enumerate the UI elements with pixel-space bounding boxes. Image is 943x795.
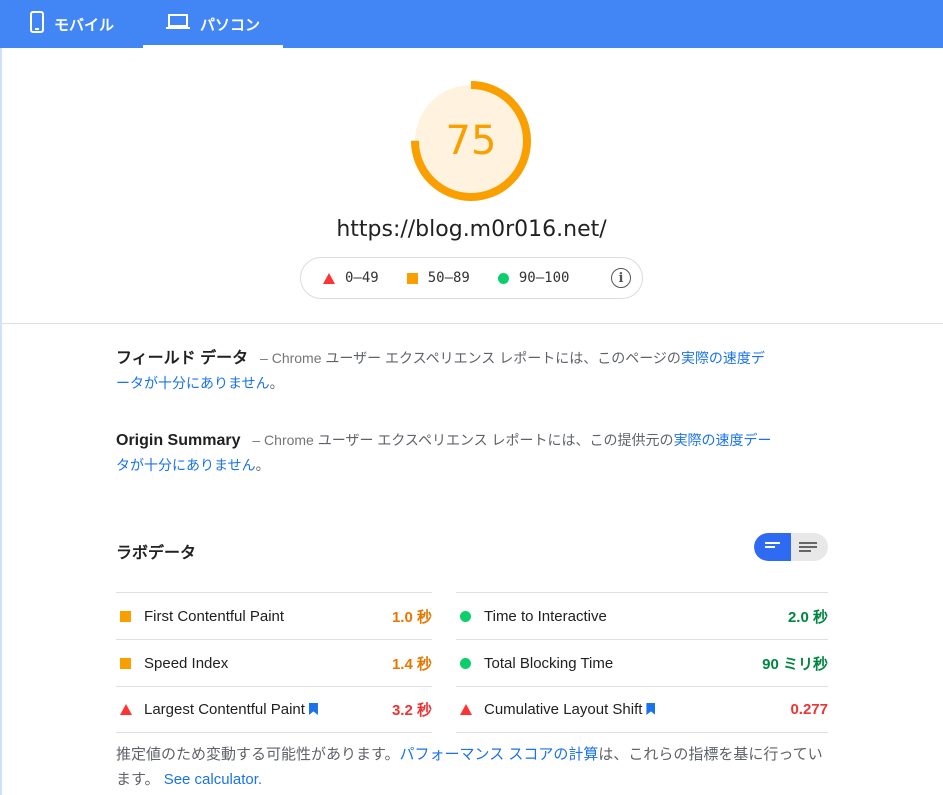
- tab-mobile[interactable]: モバイル: [22, 0, 132, 48]
- info-icon[interactable]: i: [611, 268, 631, 288]
- field-data-text: ユーザー エクスペリエンス レポートには、このページの: [321, 350, 681, 366]
- metric-row: Speed Index 1.4 秒: [116, 639, 432, 686]
- metric-row: Total Blocking Time 90 ミリ秒: [456, 639, 828, 686]
- metric-name: Largest Contentful Paint: [144, 701, 305, 718]
- circle-icon: [497, 272, 509, 284]
- circle-icon: [460, 657, 471, 669]
- metric-value: 1.4 秒: [391, 655, 432, 673]
- expanded-view-button[interactable]: [791, 533, 828, 561]
- triangle-icon: [460, 704, 472, 715]
- metric-row: Largest Contentful Paint 3.2 秒: [116, 686, 432, 733]
- origin-summary-source: – Chrome: [252, 432, 314, 448]
- legend-fail: 0–49: [323, 270, 379, 286]
- page-url: https://blog.m0r016.net/: [336, 217, 607, 242]
- footnote: 推定値のため変動する可能性があります。パフォーマンス スコアの計算は、これらの指…: [116, 742, 836, 792]
- see-calculator-link[interactable]: See calculator.: [164, 771, 262, 788]
- metric-name-wrap: Cumulative Layout Shift: [484, 701, 656, 718]
- triangle-icon: [323, 272, 335, 284]
- tab-desktop[interactable]: パソコン: [143, 0, 283, 48]
- metric-name: Total Blocking Time: [484, 654, 614, 672]
- tab-desktop-label: パソコン: [199, 16, 260, 34]
- laptop-icon: [165, 14, 190, 34]
- metric-name: First Contentful Paint: [144, 607, 285, 625]
- expanded-list-icon: [799, 542, 817, 554]
- metric-name: Cumulative Layout Shift: [484, 701, 643, 718]
- metrics-right-column: Time to Interactive 2.0 秒 Total Blocking…: [456, 592, 828, 733]
- score-calculation-link[interactable]: パフォーマンス スコアの計算: [400, 746, 599, 763]
- compact-view-button[interactable]: [754, 533, 791, 561]
- metric-name: Time to Interactive: [484, 607, 607, 625]
- field-data-source: – Chrome: [260, 350, 322, 366]
- metric-value: 3.2 秒: [391, 702, 432, 719]
- lab-data-title: ラボデータ: [116, 545, 197, 562]
- metric-name: Speed Index: [144, 654, 229, 672]
- top-bar: モバイル パソコン: [0, 0, 943, 48]
- metric-value: 0.277: [790, 701, 828, 718]
- origin-summary-text: ユーザー エクスペリエンス レポートには、この提供元の: [313, 432, 674, 448]
- field-data-title: フィールド データ: [116, 350, 249, 367]
- metric-value: 1.0 秒: [391, 608, 432, 626]
- field-data-end: 。: [269, 375, 284, 391]
- footnote-text-1: 推定値のため変動する可能性があります。: [116, 746, 400, 763]
- metric-row: Cumulative Layout Shift 0.277: [456, 686, 828, 733]
- square-icon: [406, 272, 418, 284]
- origin-summary-title: Origin Summary: [116, 432, 241, 449]
- divider: [0, 323, 943, 324]
- metrics-left-column: First Contentful Paint 1.0 秒 Speed Index…: [116, 592, 432, 733]
- metric-value: 90 ミリ秒: [762, 655, 828, 673]
- origin-summary-end: 。: [255, 457, 270, 473]
- square-icon: [120, 657, 131, 669]
- legend-pass-range: 90–100: [518, 270, 570, 286]
- view-toggle: [754, 533, 828, 561]
- metric-name-wrap: Largest Contentful Paint: [144, 701, 318, 718]
- triangle-icon: [120, 704, 132, 715]
- legend-average-range: 50–89: [427, 270, 470, 286]
- score-legend: 0–49 50–89 90–100 i: [300, 257, 643, 299]
- metric-row: Time to Interactive 2.0 秒: [456, 592, 828, 639]
- circle-icon: [460, 610, 471, 622]
- metric-value: 2.0 秒: [787, 608, 828, 626]
- performance-score: 75: [445, 118, 497, 164]
- metric-row: First Contentful Paint 1.0 秒: [116, 592, 432, 639]
- tab-mobile-label: モバイル: [54, 16, 115, 34]
- legend-fail-range: 0–49: [345, 270, 379, 286]
- left-edge: [0, 48, 2, 795]
- active-tab-indicator: [143, 45, 283, 48]
- bookmark-icon: [308, 703, 318, 715]
- origin-summary-section: Origin Summary – Chrome ユーザー エクスペリエンス レポ…: [116, 428, 778, 478]
- compact-list-icon: [765, 542, 780, 550]
- legend-average: 50–89: [406, 270, 470, 286]
- square-icon: [120, 610, 131, 622]
- phone-icon: [30, 11, 44, 37]
- field-data-section: フィールド データ – Chrome ユーザー エクスペリエンス レポートには、…: [116, 346, 778, 396]
- legend-pass: 90–100: [497, 270, 570, 286]
- bookmark-icon: [646, 703, 656, 715]
